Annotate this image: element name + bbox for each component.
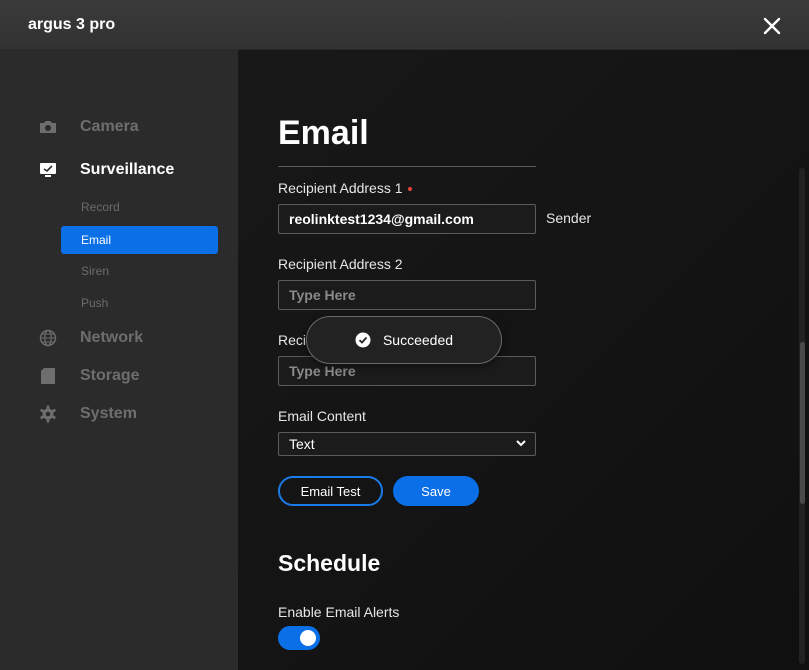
- email-test-button[interactable]: Email Test: [278, 476, 383, 506]
- app-title: argus 3 pro: [28, 16, 116, 33]
- sidebar-item-network[interactable]: Network: [38, 326, 143, 350]
- sidebar-item-camera[interactable]: Camera: [38, 115, 139, 139]
- sidebar-item-label: System: [80, 405, 137, 422]
- globe-icon: [38, 328, 58, 348]
- sd-card-icon: [38, 366, 58, 386]
- sidebar: Camera Surveillance Record Email Siren P…: [0, 50, 238, 670]
- toggle-knob: [300, 630, 316, 646]
- email-content-value: Text: [289, 436, 315, 452]
- sidebar-item-label: Surveillance: [80, 161, 175, 178]
- recipient-2-input[interactable]: [278, 280, 536, 310]
- sidebar-subitem-push[interactable]: Push: [61, 289, 218, 317]
- sidebar-item-label: Camera: [80, 118, 139, 135]
- success-toast: Succeeded: [306, 316, 502, 364]
- title-divider: [278, 166, 536, 167]
- recipient-2-label: Recipient Address 2: [278, 256, 403, 272]
- save-button[interactable]: Save: [393, 476, 479, 506]
- title-bar: argus 3 pro: [0, 0, 809, 50]
- sidebar-item-system[interactable]: System: [38, 402, 137, 426]
- page-title: Email: [278, 114, 369, 152]
- close-icon: [763, 17, 781, 35]
- enable-email-alerts-toggle[interactable]: [278, 626, 320, 650]
- recipient-1-label: Recipient Address 1: [278, 180, 412, 196]
- sidebar-item-surveillance[interactable]: Surveillance: [38, 158, 174, 182]
- sidebar-item-label: Storage: [80, 367, 140, 384]
- check-circle-icon: [355, 332, 371, 348]
- chevron-down-icon: [516, 440, 526, 447]
- sender-label: Sender: [546, 210, 592, 226]
- schedule-title: Schedule: [278, 550, 381, 576]
- recipient-3-label: Reci: [278, 332, 307, 348]
- sidebar-subitem-record[interactable]: Record: [61, 193, 218, 221]
- camera-icon: [38, 117, 58, 137]
- gear-icon: [38, 404, 58, 424]
- toast-message: Succeeded: [382, 332, 454, 348]
- scrollbar-thumb[interactable]: [800, 342, 805, 504]
- close-button[interactable]: [760, 14, 784, 38]
- email-content-select[interactable]: Text: [278, 432, 536, 456]
- email-content-label: Email Content: [278, 408, 366, 424]
- sidebar-item-label: Network: [80, 329, 144, 346]
- sidebar-subitem-email[interactable]: Email: [61, 226, 218, 254]
- monitor-icon: [38, 160, 58, 180]
- recipient-1-input[interactable]: [278, 204, 536, 234]
- enable-email-alerts-label: Enable Email Alerts: [278, 604, 400, 620]
- required-indicator: [407, 187, 412, 192]
- sidebar-subitem-siren[interactable]: Siren: [61, 257, 218, 285]
- sidebar-item-storage[interactable]: Storage: [38, 364, 140, 388]
